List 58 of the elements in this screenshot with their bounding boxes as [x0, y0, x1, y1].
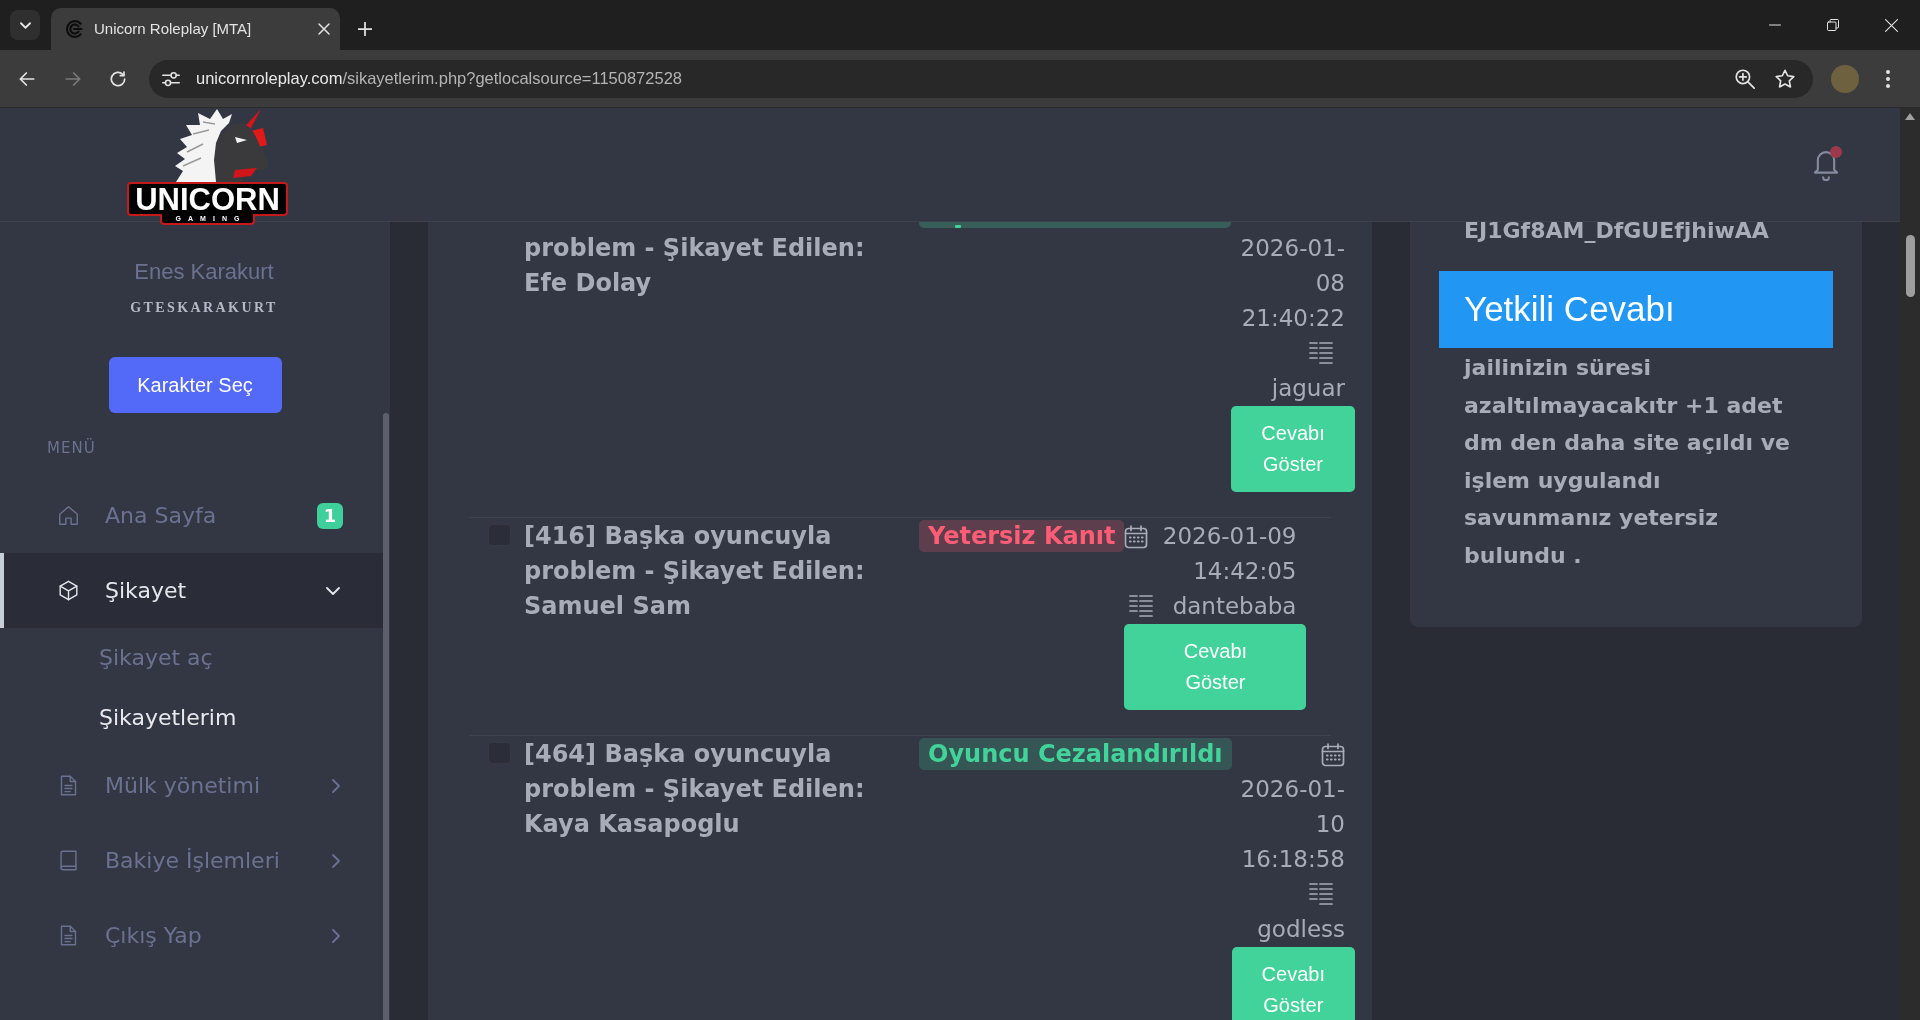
restore-icon[interactable]: [1827, 19, 1839, 31]
username: GTESKARAKURT: [130, 299, 278, 317]
menu-item[interactable]: Çıkış Yap: [0, 898, 384, 973]
complaint-author: godless: [1257, 916, 1345, 942]
complaint-date: 2026-01-08 21:40:22: [1239, 234, 1345, 333]
complaint-author: jaguar: [1271, 375, 1345, 401]
back-arrow-icon[interactable]: [19, 70, 35, 87]
book-icon: [58, 850, 79, 871]
browser-tab[interactable]: Unicorn Roleplay [MTA]: [51, 8, 340, 50]
menu-item[interactable]: Ana Sayfa 1: [0, 478, 384, 553]
scrollbar-thumb[interactable]: [1905, 235, 1915, 297]
chevron-down-icon: [19, 21, 31, 29]
show-answer-button[interactable]: Cevabı Göster: [1231, 406, 1355, 492]
document-icon: [58, 775, 79, 796]
star-icon[interactable]: [1775, 68, 1795, 89]
calendar-icon: [1124, 524, 1149, 549]
list-icon: [1129, 594, 1154, 618]
menu-item[interactable]: Mülk yönetimi: [0, 748, 384, 823]
complaint-title: [464] Başka oyuncuyla problem - Şikayet Edilen: Kaya Kasapoglu: [524, 739, 866, 840]
complaint-title: [416] Başka oyuncuyla problem - Şikayet Edilen: Samuel Sam: [524, 521, 866, 622]
character-select-button[interactable]: Karakter Seç: [108, 357, 282, 413]
home-icon: [58, 505, 79, 526]
plus-icon[interactable]: [358, 22, 372, 36]
complaint-author: dantebaba: [1172, 593, 1297, 619]
complaint-title: problem - Şikayet Edilen: Efe Dolay: [524, 233, 866, 299]
menu-heading: MENÜ: [47, 438, 96, 458]
cube-icon: [58, 580, 79, 601]
menu-item[interactable]: Bakiye İşlemleri: [0, 823, 384, 898]
response-heading: Yetkili Cevabı: [1439, 271, 1833, 348]
page-scrollbar[interactable]: [1900, 108, 1920, 1020]
response-text: jailinizin süresi azaltılmayacakıtr +1 adet dm den daha site açıldı ve işlem uygulandı savunmanız yetersiz bulundu .: [1462, 354, 1791, 570]
show-answer-button[interactable]: Cevabı Göster: [1231, 947, 1355, 1020]
list-icon: [1309, 882, 1333, 906]
count-badge: 1: [317, 502, 343, 529]
tab-search-button[interactable]: [10, 10, 40, 40]
status-badge: Yetersiz Kanıt: [919, 520, 1125, 552]
close-icon[interactable]: [318, 23, 330, 35]
calendar-icon: [1321, 742, 1345, 767]
submenu-item[interactable]: Şikayet aç: [99, 643, 213, 673]
user-name: Enes Karakurt: [134, 258, 274, 286]
list-icon: [1309, 341, 1333, 365]
status-badge: Oyuncu Cezalandırıldı: [919, 738, 1232, 770]
more-menu-icon[interactable]: [1886, 69, 1890, 88]
zoom-in-icon[interactable]: [1735, 68, 1755, 89]
favicon-icon: [64, 20, 84, 38]
address-bar[interactable]: unicornroleplay.com/sikayetlerim.php?getlocalsource=1150872528: [149, 59, 1813, 98]
close-icon[interactable]: [1884, 18, 1898, 32]
logo-wordmark: UNICORN: [127, 182, 288, 216]
submenu-item[interactable]: Şikayetlerim: [99, 703, 237, 733]
menu-item[interactable]: Şikayet: [0, 553, 384, 628]
bell-icon[interactable]: [1812, 149, 1840, 181]
document-icon: [58, 925, 79, 946]
scrollbar-thumb[interactable]: [383, 413, 389, 1020]
show-answer-button[interactable]: Cevabı Göster: [1124, 624, 1307, 710]
scroll-up-icon[interactable]: [1905, 113, 1915, 120]
reload-icon[interactable]: [110, 70, 126, 87]
complaint-date: 2026-01-10 16:18:58: [1239, 775, 1345, 874]
site-settings-icon[interactable]: [162, 69, 180, 88]
